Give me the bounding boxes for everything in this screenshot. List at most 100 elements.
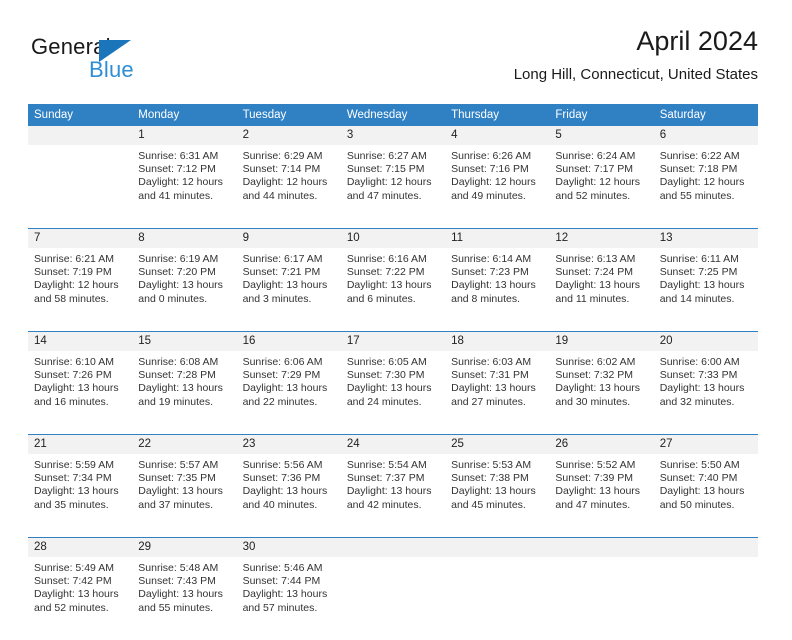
day-number[interactable]: 15 [132, 331, 237, 351]
day-sunrise-text: Sunrise: 6:10 AM [34, 356, 114, 368]
day-number[interactable]: 16 [236, 331, 341, 351]
day-daylight-1-text: Daylight: 13 hours [138, 588, 223, 601]
day-number[interactable]: 18 [445, 331, 550, 351]
day-number[interactable]: 19 [549, 331, 654, 351]
day-number[interactable]: 17 [340, 331, 446, 351]
day-number[interactable]: 13 [653, 228, 758, 248]
day-number[interactable]: 6 [653, 126, 758, 145]
day-number[interactable]: 27 [653, 434, 758, 454]
day-daylight-1-text: Daylight: 13 hours [242, 485, 328, 498]
day-sunrise-text: Sunrise: 6:11 AM [659, 253, 739, 265]
day-cell: Sunrise: 5:46 AM Sunset: 7:44 PM Daylight:… [237, 557, 341, 640]
day-cell: Sunrise: 6:21 AM Sunset: 7:19 PM Daylight:… [28, 248, 132, 332]
day-daylight-1-text: Daylight: 13 hours [659, 279, 745, 292]
day-cell: Sunrise: 5:54 AM Sunset: 7:37 PM Daylight:… [341, 454, 445, 538]
day-sunset-text: Sunset: 7:32 PM [555, 369, 634, 382]
day-daylight-2-text: and 27 minutes. [451, 395, 526, 408]
day-number-empty [653, 537, 758, 557]
day-cell-empty [654, 557, 758, 640]
day-sunset-text: Sunset: 7:37 PM [346, 472, 425, 485]
calendar-page: General Blue April 2024 Long Hill, Conne… [0, 0, 792, 614]
day-daylight-1-text: Daylight: 13 hours [138, 485, 223, 498]
day-number[interactable]: 28 [28, 537, 133, 557]
day-number[interactable]: 22 [132, 434, 237, 454]
day-number[interactable]: 7 [28, 228, 133, 248]
day-daylight-2-text: and 55 minutes. [138, 601, 213, 614]
day-cell: Sunrise: 6:11 AM Sunset: 7:25 PM Daylight:… [654, 248, 758, 332]
day-daylight-1-text: Daylight: 13 hours [451, 382, 536, 395]
day-cell: Sunrise: 5:49 AM Sunset: 7:42 PM Daylight:… [28, 557, 132, 640]
day-sunset-text: Sunset: 7:20 PM [138, 266, 216, 279]
day-daylight-1-text: Daylight: 13 hours [34, 588, 119, 601]
day-number[interactable]: 1 [132, 126, 237, 145]
day-sunrise-text: Sunrise: 6:02 AM [555, 356, 636, 368]
day-number[interactable]: 8 [132, 228, 237, 248]
day-number[interactable]: 3 [340, 126, 446, 145]
day-number[interactable]: 25 [445, 434, 550, 454]
day-sunrise-text: Sunrise: 5:59 AM [34, 459, 114, 471]
day-number[interactable]: 5 [549, 126, 654, 145]
day-number-empty [28, 126, 133, 145]
day-number[interactable]: 21 [28, 434, 133, 454]
day-sunset-text: Sunset: 7:17 PM [555, 163, 634, 176]
day-number[interactable]: 23 [236, 434, 341, 454]
day-number[interactable]: 26 [549, 434, 654, 454]
day-daylight-2-text: and 55 minutes. [659, 189, 735, 202]
day-sunset-text: Sunset: 7:38 PM [451, 472, 529, 485]
day-cell: Sunrise: 6:00 AM Sunset: 7:33 PM Daylight:… [654, 351, 758, 435]
day-daylight-1-text: Daylight: 12 hours [659, 176, 745, 189]
day-daylight-2-text: and 57 minutes. [242, 601, 318, 614]
day-daylight-1-text: Daylight: 13 hours [34, 382, 119, 395]
day-sunrise-text: Sunrise: 6:05 AM [346, 356, 427, 368]
day-daylight-1-text: Daylight: 12 hours [451, 176, 536, 189]
day-cell: Sunrise: 6:31 AM Sunset: 7:12 PM Daylight:… [132, 145, 236, 229]
page-title: April 2024 [636, 26, 758, 56]
day-daylight-2-text: and 40 minutes. [242, 498, 318, 511]
day-daylight-2-text: and 37 minutes. [138, 498, 213, 511]
day-sunset-text: Sunset: 7:36 PM [242, 472, 321, 485]
day-sunset-text: Sunset: 7:34 PM [34, 472, 112, 485]
day-number[interactable]: 20 [653, 331, 758, 351]
day-daylight-2-text: and 47 minutes. [346, 189, 422, 202]
day-sunrise-text: Sunrise: 6:19 AM [138, 253, 219, 265]
day-daylight-2-text: and 47 minutes. [555, 498, 631, 511]
day-daylight-1-text: Daylight: 12 hours [346, 176, 432, 189]
day-sunset-text: Sunset: 7:22 PM [346, 266, 425, 279]
day-cell: Sunrise: 6:13 AM Sunset: 7:24 PM Daylight:… [549, 248, 653, 332]
day-daylight-1-text: Daylight: 12 hours [242, 176, 328, 189]
day-cell: Sunrise: 6:19 AM Sunset: 7:20 PM Daylight:… [132, 248, 236, 332]
day-number[interactable]: 29 [132, 537, 237, 557]
day-cell: Sunrise: 5:48 AM Sunset: 7:43 PM Daylight:… [132, 557, 236, 640]
general-blue-logo[interactable]: General Blue [31, 34, 181, 90]
day-number[interactable]: 14 [28, 331, 133, 351]
day-cell: Sunrise: 6:27 AM Sunset: 7:15 PM Daylight:… [341, 145, 445, 229]
calendar-week-details: Sunrise: 6:31 AM Sunset: 7:12 PM Daylight:… [28, 145, 758, 229]
day-number[interactable]: 30 [236, 537, 341, 557]
weekday-header-thursday: Thursday [445, 104, 550, 126]
day-number[interactable]: 10 [340, 228, 446, 248]
day-cell: Sunrise: 6:10 AM Sunset: 7:26 PM Daylight:… [28, 351, 132, 435]
day-sunset-text: Sunset: 7:43 PM [138, 575, 216, 588]
day-sunset-text: Sunset: 7:31 PM [451, 369, 529, 382]
day-number[interactable]: 9 [236, 228, 341, 248]
day-cell: Sunrise: 5:52 AM Sunset: 7:39 PM Daylight:… [549, 454, 653, 538]
day-daylight-2-text: and 32 minutes. [659, 395, 735, 408]
day-sunrise-text: Sunrise: 6:13 AM [555, 253, 636, 265]
day-daylight-1-text: Daylight: 13 hours [451, 485, 536, 498]
day-daylight-1-text: Daylight: 13 hours [34, 485, 119, 498]
day-daylight-2-text: and 3 minutes. [242, 292, 312, 305]
day-number[interactable]: 24 [340, 434, 446, 454]
day-sunset-text: Sunset: 7:19 PM [34, 266, 112, 279]
day-number[interactable]: 12 [549, 228, 654, 248]
day-number-empty [340, 537, 446, 557]
day-number[interactable]: 2 [236, 126, 341, 145]
day-sunrise-text: Sunrise: 5:57 AM [138, 459, 219, 471]
calendar-table: Sunday Monday Tuesday Wednesday Thursday… [28, 104, 758, 640]
calendar-week-daynumbers: 14 15 16 17 18 19 20 [28, 331, 758, 351]
weekday-header-saturday: Saturday [653, 104, 758, 126]
day-daylight-2-text: and 0 minutes. [138, 292, 208, 305]
day-sunset-text: Sunset: 7:12 PM [138, 163, 216, 176]
weekday-header-monday: Monday [132, 104, 237, 126]
day-number[interactable]: 4 [445, 126, 550, 145]
day-number[interactable]: 11 [445, 228, 550, 248]
